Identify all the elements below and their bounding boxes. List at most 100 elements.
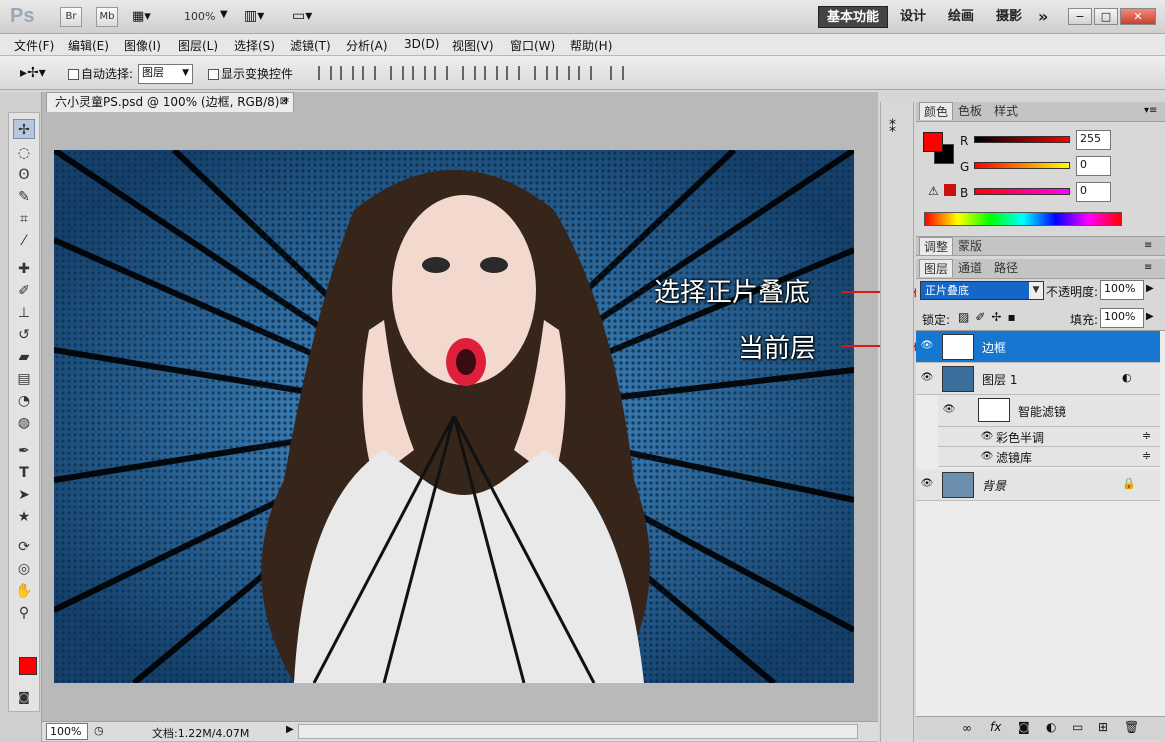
menu-image[interactable]: 图像(I)	[124, 37, 161, 54]
align-left-icon[interactable]	[390, 66, 404, 80]
zoom-tool-icon[interactable]: ⚲	[13, 603, 35, 623]
clone-stamp-tool-icon[interactable]: ⊥	[13, 303, 35, 323]
add-mask-icon[interactable]: ◙	[1018, 720, 1030, 734]
workspace-essentials[interactable]: 基本功能	[818, 6, 889, 28]
align-vcenter-icon[interactable]	[340, 66, 354, 80]
close-tab-icon[interactable]: ⊠	[280, 93, 288, 111]
healing-brush-tool-icon[interactable]: ✚	[13, 259, 35, 279]
status-info-icon[interactable]: ◷	[94, 724, 104, 737]
gamut-color-chip[interactable]	[944, 184, 956, 196]
minimize-button[interactable]: −	[1068, 8, 1092, 25]
screen-mode-icon[interactable]: ▭▾	[292, 8, 312, 24]
panel-menu-icon[interactable]: ▾≡	[1144, 105, 1157, 116]
tab-color[interactable]: 颜色	[919, 102, 954, 120]
g-value-field[interactable]: 0	[1076, 156, 1111, 176]
menu-view[interactable]: 视图(V)	[452, 37, 494, 54]
tab-paths[interactable]: 路径	[990, 259, 1022, 277]
layer-row-layer1[interactable]: 👁 图层 1 ◐	[916, 363, 1160, 395]
close-button[interactable]: ✕	[1120, 8, 1156, 25]
more-workspaces-button[interactable]: »	[1030, 6, 1056, 28]
chevron-down-icon[interactable]: ▼	[220, 9, 228, 20]
workspace-photography[interactable]: 摄影	[988, 6, 1030, 28]
distribute-right-icon[interactable]	[578, 66, 592, 80]
blend-options-icon[interactable]: ≑	[1142, 449, 1151, 462]
filter-name[interactable]: 滤镜库	[996, 449, 1032, 466]
marquee-tool-icon[interactable]: ◌	[13, 143, 35, 163]
tab-adjustments[interactable]: 调整	[919, 237, 954, 255]
distribute-bottom-icon[interactable]	[506, 66, 520, 80]
delete-layer-icon[interactable]: 🗑	[1124, 720, 1139, 734]
horizontal-scrollbar[interactable]	[298, 724, 858, 739]
r-value-field[interactable]: 255	[1076, 130, 1111, 150]
bridge-button[interactable]: Br	[60, 7, 82, 27]
fill-field[interactable]: 100%	[1100, 308, 1144, 328]
blend-options-icon[interactable]: ≑	[1142, 429, 1151, 442]
document-tab[interactable]: 六小灵童PS.psd @ 100% (边框, RGB/8) * ⊠	[46, 92, 294, 112]
b-slider[interactable]	[974, 188, 1070, 195]
eye-icon[interactable]: 👁	[980, 432, 994, 442]
color-spectrum-bar[interactable]	[924, 212, 1122, 226]
new-group-icon[interactable]: ▭	[1072, 720, 1083, 734]
crop-tool-icon[interactable]: ⌗	[13, 209, 35, 229]
eye-icon[interactable]: 👁	[920, 479, 934, 489]
brush-tool-icon[interactable]: ✐	[13, 281, 35, 301]
filter-row-filter-gallery[interactable]: 👁 滤镜库 ≑	[938, 447, 1160, 467]
arrange-documents-icon[interactable]: ▥▾	[244, 8, 264, 24]
link-layers-icon[interactable]: ∞	[962, 721, 972, 735]
layer-row-background[interactable]: 👁 背景 🔒	[916, 469, 1160, 501]
gradient-tool-icon[interactable]: ▤	[13, 369, 35, 389]
blur-tool-icon[interactable]: ◔	[13, 391, 35, 411]
history-panel-icon[interactable]: ⁑	[889, 120, 896, 136]
layer-name[interactable]: 背景	[982, 477, 1006, 494]
layer-style-icon[interactable]: fx	[990, 720, 1001, 734]
lock-icons[interactable]: ▨✐✢▪	[958, 310, 1022, 324]
hand-tool-icon[interactable]: ✋	[13, 581, 35, 601]
g-slider[interactable]	[974, 162, 1070, 169]
minibridge-button[interactable]: Mb	[96, 7, 118, 27]
opacity-field[interactable]: 100%	[1100, 280, 1144, 300]
auto-align-icon[interactable]	[610, 66, 624, 80]
workspace-design[interactable]: 设计	[892, 6, 934, 28]
align-right-icon[interactable]	[434, 66, 448, 80]
tab-styles[interactable]: 样式	[990, 102, 1022, 120]
distribute-left-icon[interactable]	[534, 66, 548, 80]
lasso-tool-icon[interactable]: ʘ	[13, 165, 35, 185]
eraser-tool-icon[interactable]: ▰	[13, 347, 35, 367]
distribute-vcenter-icon[interactable]	[484, 66, 498, 80]
workspace-painting[interactable]: 绘画	[940, 6, 982, 28]
canvas-image[interactable]	[54, 150, 854, 683]
foreground-color-chip[interactable]	[923, 132, 943, 152]
distribute-top-icon[interactable]	[462, 66, 476, 80]
distribute-hcenter-icon[interactable]	[556, 66, 570, 80]
menu-analysis[interactable]: 分析(A)	[346, 37, 388, 54]
fill-arrow-icon[interactable]: ▶	[1146, 311, 1154, 322]
eyedropper-tool-icon[interactable]: ⁄	[13, 231, 35, 251]
status-zoom[interactable]: 100%	[46, 723, 88, 740]
blend-mode-dropdown[interactable]: 正片叠底 ▼	[920, 281, 1044, 300]
panel-menu-icon[interactable]: ≡	[1144, 240, 1152, 251]
foreground-color-swatch[interactable]	[19, 657, 37, 675]
tab-masks[interactable]: 蒙版	[954, 237, 986, 255]
3d-rotate-tool-icon[interactable]: ⟳	[13, 537, 35, 557]
layer-row-border[interactable]: 👁 边框	[916, 331, 1160, 363]
adjustment-layer-icon[interactable]: ◐	[1046, 720, 1056, 734]
move-tool-preset-icon[interactable]: ▸✢▾	[20, 65, 46, 81]
layer-name[interactable]: 图层 1	[982, 371, 1017, 388]
opacity-arrow-icon[interactable]: ▶	[1146, 283, 1154, 294]
tab-layers[interactable]: 图层	[919, 259, 954, 277]
path-select-tool-icon[interactable]: ➤	[13, 485, 35, 505]
layer-name[interactable]: 边框	[982, 339, 1006, 356]
type-tool-icon[interactable]: T	[13, 463, 35, 483]
align-bottom-icon[interactable]	[362, 66, 376, 80]
quick-select-tool-icon[interactable]: ✎	[13, 187, 35, 207]
status-menu-arrow-icon[interactable]: ▶	[286, 724, 294, 735]
menu-window[interactable]: 窗口(W)	[510, 37, 555, 54]
move-tool-icon[interactable]: ✢	[13, 119, 35, 139]
warning-icon[interactable]: ⚠	[928, 184, 939, 198]
filter-name[interactable]: 彩色半调	[996, 429, 1044, 446]
view-extras-icon[interactable]: ▦▾	[132, 9, 166, 25]
eye-icon[interactable]: 👁	[942, 405, 956, 415]
menu-file[interactable]: 文件(F)	[14, 37, 54, 54]
eye-icon[interactable]: 👁	[920, 373, 934, 383]
panel-menu-icon[interactable]: ≡	[1144, 262, 1152, 273]
